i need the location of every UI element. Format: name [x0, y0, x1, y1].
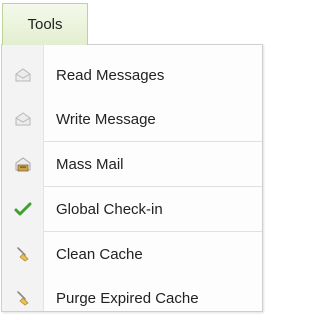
mass-mail-icon [2, 142, 43, 186]
tools-menu-tab-label: Tools [27, 16, 63, 33]
menu-item-clean-cache[interactable]: Clean Cache [2, 232, 262, 276]
menu-item-label: Read Messages [56, 66, 165, 84]
menu-item-label: Purge Expired Cache [56, 289, 199, 307]
menu-item-global-check-in[interactable]: Global Check-in [2, 187, 262, 231]
tools-dropdown-menu: Read Messages Write Message Mass Mail Gl… [1, 44, 263, 312]
checkmark-icon [2, 187, 43, 231]
menu-item-mass-mail[interactable]: Mass Mail [2, 142, 262, 186]
menu-item-label: Mass Mail [56, 155, 124, 173]
menu-item-label: Global Check-in [56, 200, 163, 218]
menu-item-label: Write Message [56, 110, 156, 128]
broom-icon [2, 232, 43, 276]
envelope-open-icon [2, 53, 43, 97]
tools-menu-tab[interactable]: Tools [2, 3, 88, 45]
menu-item-purge-expired-cache[interactable]: Purge Expired Cache [2, 276, 262, 320]
envelope-write-icon [2, 97, 43, 141]
menu-item-read-messages[interactable]: Read Messages [2, 53, 262, 97]
menu-item-write-message[interactable]: Write Message [2, 97, 262, 141]
broom-purge-icon [2, 276, 43, 320]
menu-item-label: Clean Cache [56, 245, 143, 263]
